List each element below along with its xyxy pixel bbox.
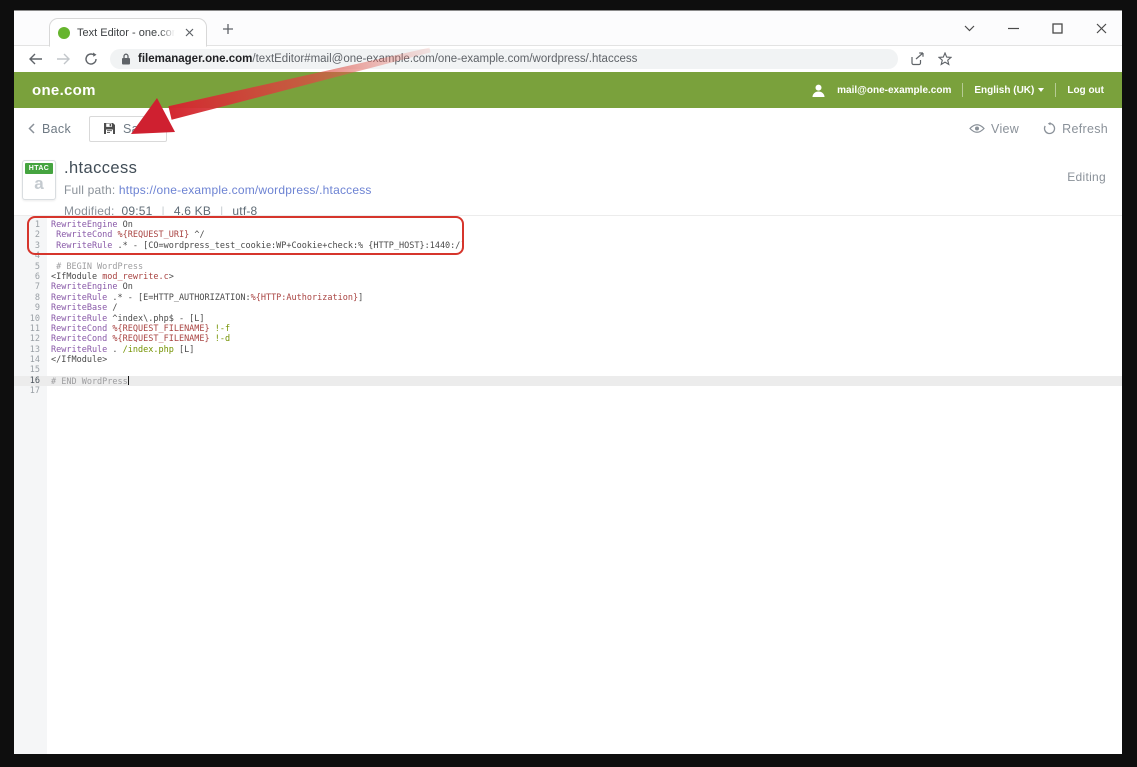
code-line[interactable]: RewriteRule . /index.php [L] [47, 345, 1122, 355]
person-icon [811, 83, 826, 98]
line-number: 10 [14, 314, 47, 324]
line-number: 1 [14, 220, 47, 230]
code-line[interactable]: </IfModule> [47, 355, 1122, 365]
editor-toolbar: Back Save View Refresh [14, 108, 1122, 149]
line-number: 9 [14, 303, 47, 313]
bookmark-star-icon[interactable] [936, 50, 954, 68]
code-line[interactable]: # BEGIN WordPress [47, 262, 1122, 272]
url-input[interactable]: filemanager.one.com/textEditor#mail@one-… [110, 49, 898, 69]
refresh-label: Refresh [1062, 122, 1108, 136]
close-window-button[interactable] [1094, 21, 1108, 35]
code-line[interactable]: RewriteCond %{REQUEST_FILENAME} !-d [47, 334, 1122, 344]
account-email: mail@one-example.com [837, 85, 951, 96]
back-nav-icon[interactable] [26, 50, 44, 68]
code-line[interactable]: RewriteRule .* - [CO=wordpress_test_cook… [47, 241, 1122, 251]
caret-down-icon [1038, 88, 1044, 92]
code-line[interactable] [47, 251, 1122, 261]
browser-tab[interactable]: Text Editor - one.com File Manag [49, 18, 207, 47]
code-line[interactable] [47, 386, 1122, 396]
window-controls [962, 17, 1108, 39]
lock-icon[interactable] [121, 53, 131, 65]
file-header: HTAC a .htaccess Full path: https://one-… [14, 149, 1122, 215]
tab-strip: Text Editor - one.com File Manag [14, 11, 1122, 46]
gutter: 1234567891011121314151617 [14, 216, 47, 754]
text-cursor [128, 376, 129, 385]
minimize-button[interactable] [1006, 21, 1020, 35]
full-path-label: Full path: [64, 183, 115, 197]
header-right-group: mail@one-example.com English (UK) Log ou… [811, 83, 1104, 98]
browser-window: Text Editor - one.com File Manag [14, 10, 1122, 753]
line-number: 4 [14, 251, 47, 261]
url-bar-row: filemanager.one.com/textEditor#mail@one-… [14, 46, 1122, 72]
line-number: 3 [14, 241, 47, 251]
file-type-badge: HTAC [25, 163, 53, 174]
file-icon-letter: a [23, 174, 55, 194]
line-number: 15 [14, 365, 47, 375]
save-label: Save [123, 122, 153, 136]
code-line[interactable]: RewriteEngine On [47, 220, 1122, 230]
line-number: 13 [14, 345, 47, 355]
line-number: 12 [14, 334, 47, 344]
code-line[interactable]: RewriteRule .* - [E=HTTP_AUTHORIZATION:%… [47, 293, 1122, 303]
line-number: 16 [14, 376, 47, 386]
tab-close-icon[interactable] [182, 26, 196, 40]
code-line[interactable]: RewriteCond %{REQUEST_URI} ^/ [47, 230, 1122, 240]
editing-status: Editing [1067, 170, 1106, 184]
file-full-path-row: Full path: https://one-example.com/wordp… [64, 183, 372, 197]
save-button[interactable]: Save [89, 116, 167, 142]
url-domain: filemanager.one.com [138, 53, 252, 65]
code-line[interactable]: RewriteEngine On [47, 282, 1122, 292]
code-line[interactable]: RewriteCond %{REQUEST_FILENAME} !-f [47, 324, 1122, 334]
line-number: 11 [14, 324, 47, 334]
line-number: 2 [14, 230, 47, 240]
header-divider [962, 83, 963, 97]
code-line[interactable]: # END WordPress [47, 376, 1122, 386]
floppy-disk-icon [103, 122, 116, 135]
header-divider [1055, 83, 1056, 97]
file-name-title: .htaccess [64, 159, 372, 178]
line-number: 14 [14, 355, 47, 365]
back-button[interactable]: Back [28, 122, 71, 136]
onecom-logo[interactable]: one.com [32, 82, 96, 99]
refresh-button[interactable]: Refresh [1043, 122, 1108, 136]
logout-button[interactable]: Log out [1067, 85, 1104, 96]
eye-icon [969, 123, 985, 134]
onecom-header: one.com mail@one-example.com English (UK… [14, 72, 1122, 108]
full-path-link[interactable]: https://one-example.com/wordpress/.htacc… [119, 183, 372, 197]
url-text: filemanager.one.com/textEditor#mail@one-… [138, 53, 637, 65]
code-lines[interactable]: RewriteEngine On RewriteCond %{REQUEST_U… [47, 216, 1122, 754]
view-button[interactable]: View [969, 122, 1019, 136]
maximize-button[interactable] [1050, 21, 1064, 35]
line-number: 17 [14, 386, 47, 396]
htaccess-file-icon: HTAC a [22, 160, 56, 200]
line-number: 7 [14, 282, 47, 292]
file-meta: .htaccess Full path: https://one-example… [64, 157, 372, 215]
line-number: 5 [14, 262, 47, 272]
tab-title: Text Editor - one.com File Manag [77, 27, 175, 39]
new-tab-button[interactable] [220, 21, 236, 37]
back-label: Back [42, 122, 71, 136]
code-editor[interactable]: 1234567891011121314151617 RewriteEngine … [14, 215, 1122, 754]
code-line[interactable]: <IfModule mod_rewrite.c> [47, 272, 1122, 282]
code-line[interactable]: RewriteRule ^index\.php$ - [L] [47, 314, 1122, 324]
code-line[interactable]: RewriteBase / [47, 303, 1122, 313]
view-label: View [991, 122, 1019, 136]
refresh-icon [1043, 122, 1056, 135]
language-selector[interactable]: English (UK) [974, 85, 1044, 96]
browser-menu-chevron-icon[interactable] [962, 21, 976, 35]
line-number: 8 [14, 293, 47, 303]
favicon-icon [58, 27, 70, 39]
toolbar-right-group: View Refresh [969, 122, 1108, 136]
share-icon[interactable] [908, 50, 926, 68]
code-line[interactable] [47, 365, 1122, 375]
line-number: 6 [14, 272, 47, 282]
forward-nav-icon[interactable] [54, 50, 72, 68]
url-path: /textEditor#mail@one-example.com/one-exa… [252, 53, 637, 65]
reload-icon[interactable] [82, 50, 100, 68]
